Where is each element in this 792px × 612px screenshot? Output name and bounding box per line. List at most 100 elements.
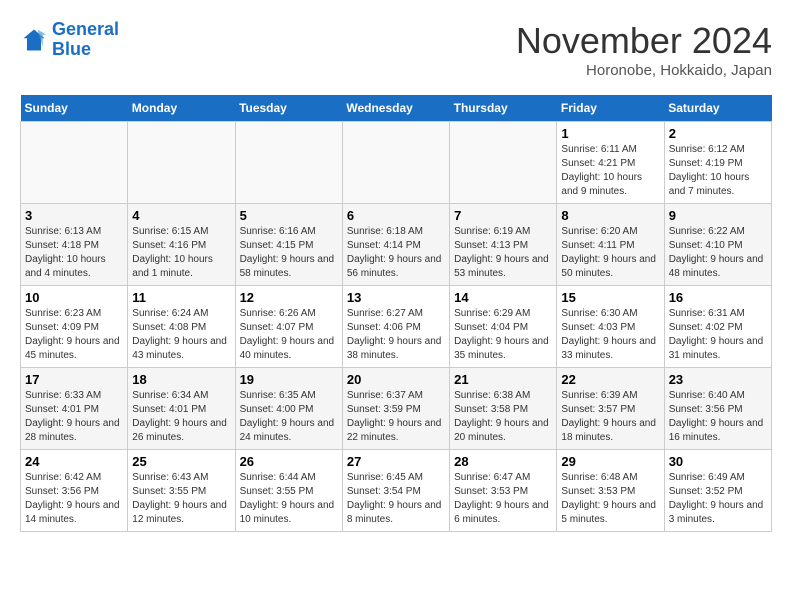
calendar-cell: 18Sunrise: 6:34 AM Sunset: 4:01 PM Dayli… <box>128 368 235 450</box>
day-info: Sunrise: 6:38 AM Sunset: 3:58 PM Dayligh… <box>454 389 552 445</box>
day-info: Sunrise: 6:16 AM Sunset: 4:15 PM Dayligh… <box>240 225 338 281</box>
location: Horonobe, Hokkaido, Japan <box>516 62 772 79</box>
day-number: 2 <box>669 126 767 141</box>
calendar-cell <box>450 122 557 204</box>
calendar-cell: 1Sunrise: 6:11 AM Sunset: 4:21 PM Daylig… <box>557 122 664 204</box>
day-info: Sunrise: 6:40 AM Sunset: 3:56 PM Dayligh… <box>669 389 767 445</box>
logo-line2: Blue <box>52 39 91 59</box>
calendar-cell: 30 Sunrise: 6:49 AM Sunset: 3:52 PM Dayli… <box>664 450 771 532</box>
week-row-1: 1Sunrise: 6:11 AM Sunset: 4:21 PM Daylig… <box>21 122 772 204</box>
calendar-cell: 9Sunrise: 6:22 AM Sunset: 4:10 PM Daylig… <box>664 204 771 286</box>
calendar-cell: 7Sunrise: 6:19 AM Sunset: 4:13 PM Daylig… <box>450 204 557 286</box>
day-number: 26 <box>240 454 338 469</box>
day-number: 19 <box>240 372 338 387</box>
day-info: Sunrise: 6:27 AM Sunset: 4:06 PM Dayligh… <box>347 307 445 363</box>
day-number: 1 <box>561 126 659 141</box>
day-info: Sunrise: 6:30 AM Sunset: 4:03 PM Dayligh… <box>561 307 659 363</box>
calendar-cell: 12 Sunrise: 6:26 AM Sunset: 4:07 PM Dayli… <box>235 286 342 368</box>
logo-text: General Blue <box>52 20 119 60</box>
calendar-cell: 10 Sunrise: 6:23 AM Sunset: 4:09 PM Dayli… <box>21 286 128 368</box>
weekday-header-saturday: Saturday <box>664 95 771 122</box>
calendar-cell: 8 Sunrise: 6:20 AM Sunset: 4:11 PM Daylig… <box>557 204 664 286</box>
day-number: 17 <box>25 372 123 387</box>
day-number: 23 <box>669 372 767 387</box>
weekday-header-tuesday: Tuesday <box>235 95 342 122</box>
calendar-cell: 20 Sunrise: 6:37 AM Sunset: 3:59 PM Dayli… <box>342 368 449 450</box>
day-info: Sunrise: 6:18 AM Sunset: 4:14 PM Dayligh… <box>347 225 445 281</box>
day-info: Sunrise: 6:23 AM Sunset: 4:09 PM Dayligh… <box>25 307 123 363</box>
weekday-header-monday: Monday <box>128 95 235 122</box>
calendar-cell: 17 Sunrise: 6:33 AM Sunset: 4:01 PM Dayli… <box>21 368 128 450</box>
calendar-cell: 6 Sunrise: 6:18 AM Sunset: 4:14 PM Daylig… <box>342 204 449 286</box>
logo: General Blue <box>20 20 119 60</box>
day-number: 24 <box>25 454 123 469</box>
day-number: 16 <box>669 290 767 305</box>
day-info: Sunrise: 6:26 AM Sunset: 4:07 PM Dayligh… <box>240 307 338 363</box>
day-number: 29 <box>561 454 659 469</box>
calendar-cell: 27 Sunrise: 6:45 AM Sunset: 3:54 PM Dayli… <box>342 450 449 532</box>
day-info: Sunrise: 6:43 AM Sunset: 3:55 PM Dayligh… <box>132 471 230 527</box>
calendar-cell: 29 Sunrise: 6:48 AM Sunset: 3:53 PM Dayli… <box>557 450 664 532</box>
day-number: 30 <box>669 454 767 469</box>
calendar-cell: 19 Sunrise: 6:35 AM Sunset: 4:00 PM Dayli… <box>235 368 342 450</box>
weekday-header-row: SundayMondayTuesdayWednesdayThursdayFrid… <box>21 95 772 122</box>
day-info: Sunrise: 6:45 AM Sunset: 3:54 PM Dayligh… <box>347 471 445 527</box>
calendar-cell: 25Sunrise: 6:43 AM Sunset: 3:55 PM Dayli… <box>128 450 235 532</box>
day-info: Sunrise: 6:12 AM Sunset: 4:19 PM Dayligh… <box>669 143 767 199</box>
calendar-cell: 15 Sunrise: 6:30 AM Sunset: 4:03 PM Dayli… <box>557 286 664 368</box>
day-info: Sunrise: 6:13 AM Sunset: 4:18 PM Dayligh… <box>25 225 123 281</box>
calendar-cell: 5 Sunrise: 6:16 AM Sunset: 4:15 PM Daylig… <box>235 204 342 286</box>
calendar-cell: 28 Sunrise: 6:47 AM Sunset: 3:53 PM Dayli… <box>450 450 557 532</box>
calendar-table: SundayMondayTuesdayWednesdayThursdayFrid… <box>20 95 772 532</box>
calendar-cell: 16 Sunrise: 6:31 AM Sunset: 4:02 PM Dayli… <box>664 286 771 368</box>
day-number: 27 <box>347 454 445 469</box>
day-info: Sunrise: 6:48 AM Sunset: 3:53 PM Dayligh… <box>561 471 659 527</box>
day-info: Sunrise: 6:39 AM Sunset: 3:57 PM Dayligh… <box>561 389 659 445</box>
day-info: Sunrise: 6:33 AM Sunset: 4:01 PM Dayligh… <box>25 389 123 445</box>
day-number: 9 <box>669 208 767 223</box>
calendar-cell: 3 Sunrise: 6:13 AM Sunset: 4:18 PM Daylig… <box>21 204 128 286</box>
day-number: 4 <box>132 208 230 223</box>
week-row-2: 3 Sunrise: 6:13 AM Sunset: 4:18 PM Daylig… <box>21 204 772 286</box>
day-info: Sunrise: 6:49 AM Sunset: 3:52 PM Dayligh… <box>669 471 767 527</box>
calendar-cell: 2 Sunrise: 6:12 AM Sunset: 4:19 PM Daylig… <box>664 122 771 204</box>
day-number: 15 <box>561 290 659 305</box>
calendar-cell: 24Sunrise: 6:42 AM Sunset: 3:56 PM Dayli… <box>21 450 128 532</box>
day-number: 11 <box>132 290 230 305</box>
day-info: Sunrise: 6:31 AM Sunset: 4:02 PM Dayligh… <box>669 307 767 363</box>
calendar-cell: 13 Sunrise: 6:27 AM Sunset: 4:06 PM Dayli… <box>342 286 449 368</box>
day-number: 22 <box>561 372 659 387</box>
day-info: Sunrise: 6:20 AM Sunset: 4:11 PM Dayligh… <box>561 225 659 281</box>
calendar-cell: 23 Sunrise: 6:40 AM Sunset: 3:56 PM Dayli… <box>664 368 771 450</box>
title-block: November 2024 Horonobe, Hokkaido, Japan <box>516 20 772 79</box>
day-number: 10 <box>25 290 123 305</box>
day-info: Sunrise: 6:34 AM Sunset: 4:01 PM Dayligh… <box>132 389 230 445</box>
day-info: Sunrise: 6:24 AM Sunset: 4:08 PM Dayligh… <box>132 307 230 363</box>
day-number: 12 <box>240 290 338 305</box>
day-number: 5 <box>240 208 338 223</box>
weekday-header-sunday: Sunday <box>21 95 128 122</box>
day-number: 8 <box>561 208 659 223</box>
day-info: Sunrise: 6:47 AM Sunset: 3:53 PM Dayligh… <box>454 471 552 527</box>
day-info: Sunrise: 6:37 AM Sunset: 3:59 PM Dayligh… <box>347 389 445 445</box>
week-row-4: 17 Sunrise: 6:33 AM Sunset: 4:01 PM Dayli… <box>21 368 772 450</box>
weekday-header-wednesday: Wednesday <box>342 95 449 122</box>
calendar-cell <box>21 122 128 204</box>
calendar-cell <box>235 122 342 204</box>
page-header: General Blue November 2024 Horonobe, Hok… <box>20 20 772 79</box>
logo-line1: General <box>52 19 119 39</box>
day-number: 20 <box>347 372 445 387</box>
day-number: 6 <box>347 208 445 223</box>
day-info: Sunrise: 6:35 AM Sunset: 4:00 PM Dayligh… <box>240 389 338 445</box>
calendar-cell: 14Sunrise: 6:29 AM Sunset: 4:04 PM Dayli… <box>450 286 557 368</box>
calendar-cell: 26Sunrise: 6:44 AM Sunset: 3:55 PM Dayli… <box>235 450 342 532</box>
calendar-cell: 4Sunrise: 6:15 AM Sunset: 4:16 PM Daylig… <box>128 204 235 286</box>
day-number: 28 <box>454 454 552 469</box>
day-number: 3 <box>25 208 123 223</box>
calendar-cell: 22 Sunrise: 6:39 AM Sunset: 3:57 PM Dayli… <box>557 368 664 450</box>
day-number: 13 <box>347 290 445 305</box>
day-number: 21 <box>454 372 552 387</box>
month-title: November 2024 <box>516 20 772 62</box>
weekday-header-friday: Friday <box>557 95 664 122</box>
calendar-cell <box>342 122 449 204</box>
